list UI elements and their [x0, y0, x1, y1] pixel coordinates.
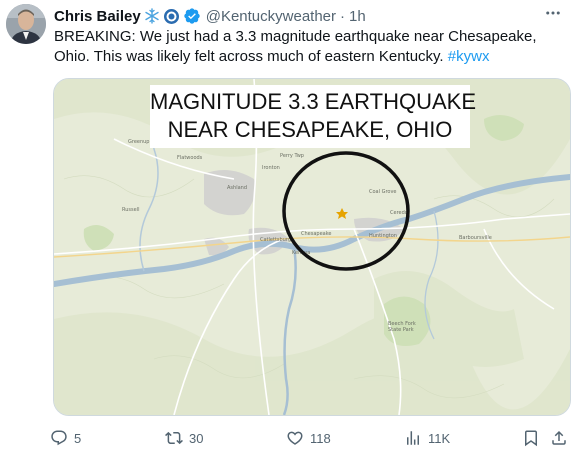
map-label: Ashland: [227, 185, 247, 191]
snowflake-icon: [144, 8, 160, 24]
reply-icon: [50, 429, 68, 447]
views-button[interactable]: 11K: [404, 428, 450, 448]
map-title-line1: MAGNITUDE 3.3 EARTHQUAKE: [150, 89, 476, 114]
repost-count: 30: [189, 430, 204, 446]
repost-icon: [165, 429, 183, 447]
map-label: Greenup: [128, 139, 149, 145]
map-label: Flatwoods: [177, 155, 203, 161]
repost-button[interactable]: 30: [165, 428, 203, 448]
reply-count: 5: [74, 430, 82, 446]
map-label: Russell: [122, 207, 139, 213]
views-count: 11K: [428, 430, 451, 446]
like-count: 118: [310, 430, 331, 446]
map-title: MAGNITUDE 3.3 EARTHQUAKE NEAR CHESAPEAKE…: [150, 85, 476, 148]
tweet-text: BREAKING: We just had a 3.3 magnitude ea…: [54, 27, 574, 67]
action-bar: 5 30 118 11K: [50, 428, 570, 448]
like-button[interactable]: 118: [286, 428, 331, 448]
tweet-header: Chris Bailey @Kentuckyweather · 1h: [54, 5, 366, 27]
share-icon: [550, 429, 568, 447]
heart-icon: [286, 429, 304, 447]
author-handle[interactable]: @Kentuckyweather: [206, 8, 336, 25]
verified-icon: [183, 7, 201, 25]
map-label: Chesapeake: [301, 231, 332, 237]
reply-button[interactable]: 5: [50, 428, 81, 448]
map-label: Catlettsburg: [260, 237, 291, 243]
tweet: Chris Bailey @Kentuckyweather · 1h BREAK…: [0, 0, 584, 453]
tweet-media-map[interactable]: Perry Twp Flatwoods Greenup Ironton Coal…: [53, 78, 571, 416]
map-label: Perry Twp: [280, 153, 304, 159]
map-label: Coal Grove: [369, 189, 397, 195]
views-icon: [404, 429, 422, 447]
map-label: Barboursville: [459, 235, 492, 241]
share-button[interactable]: [550, 428, 568, 448]
map-label: Ceredo: [390, 210, 408, 216]
bookmark-icon: [522, 429, 540, 447]
tweet-time[interactable]: 1h: [349, 8, 366, 25]
author-name[interactable]: Chris Bailey: [54, 8, 141, 25]
map-label: Ironton: [262, 165, 280, 171]
avatar[interactable]: [6, 4, 46, 44]
badge-icon: [163, 8, 180, 25]
bookmark-button[interactable]: [522, 428, 540, 448]
more-options-icon[interactable]: [544, 4, 562, 27]
hashtag-link[interactable]: #kywx: [448, 48, 490, 65]
map-title-line2: NEAR CHESAPEAKE, OHIO: [167, 117, 453, 142]
map-label: Huntington: [369, 233, 397, 239]
map-label: State Park: [388, 327, 414, 333]
separator-dot: ·: [340, 7, 346, 25]
